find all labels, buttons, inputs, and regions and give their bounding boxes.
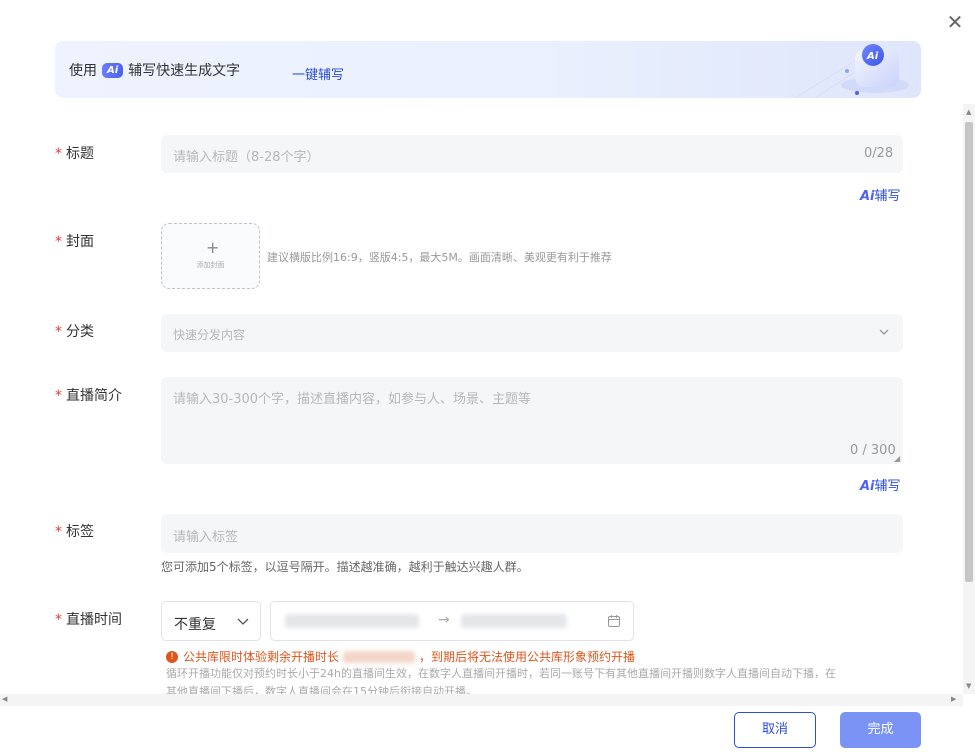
cover-label: * 封面: [55, 231, 94, 251]
required-mark: *: [55, 324, 62, 340]
intro-label: * 直播简介: [55, 385, 122, 405]
title-counter: 0/28: [864, 146, 894, 161]
ai-robot-illustration-icon: Ai: [795, 44, 909, 98]
required-mark: *: [55, 612, 62, 628]
scroll-up-icon[interactable]: ▲: [966, 108, 971, 116]
ai-assist-label: 辅写: [874, 479, 901, 494]
intro-label-text: 直播简介: [66, 388, 122, 404]
chevron-down-icon: [237, 618, 249, 625]
one-click-assist-link[interactable]: 一键辅写: [292, 64, 344, 83]
warning-prefix: 公共库限时体验剩余开播时长: [183, 650, 340, 664]
required-mark: *: [55, 524, 62, 540]
required-mark: *: [55, 146, 62, 162]
scroll-right-icon[interactable]: ▶: [951, 695, 956, 703]
tags-label: * 标签: [55, 521, 94, 541]
warning-icon: !: [166, 650, 178, 663]
intro-placeholder: 请输入30-300个字，描述直播内容，如参与人、场景、主题等: [173, 392, 532, 407]
cover-label-text: 封面: [66, 234, 94, 250]
loop-live-desc-line-2: 其他直播间下播后，数字人直播间会在15分钟后衔接自动开播。: [166, 685, 477, 694]
title-ai-assist-button[interactable]: Ai辅写: [860, 185, 901, 204]
title-label: * 标题: [55, 143, 94, 163]
intro-ai-assist-button[interactable]: Ai辅写: [860, 475, 901, 494]
category-placeholder: 快速分发内容: [173, 328, 246, 342]
required-mark: *: [55, 234, 62, 250]
calendar-icon[interactable]: [607, 614, 621, 628]
repeat-value: 不重复: [174, 617, 216, 633]
loop-live-desc-line-1: 循环开播功能仅对预约时长小于24h的直播间生效，在数字人直播间开播时，若同一账号…: [166, 667, 836, 680]
repeat-select[interactable]: 不重复: [161, 601, 261, 641]
scroll-thumb[interactable]: [965, 122, 973, 582]
ai-badge-icon: Ai: [102, 62, 124, 78]
range-arrow-icon: →: [438, 612, 450, 628]
intro-textarea[interactable]: 请输入30-300个字，描述直播内容，如参与人、场景、主题等 0 / 300: [161, 377, 903, 464]
tags-label-text: 标签: [66, 524, 94, 540]
banner-text: 使用 Ai 辅写快速生成文字: [69, 61, 240, 79]
scroll-left-icon[interactable]: ◀: [2, 695, 7, 703]
chevron-down-icon[interactable]: [877, 327, 891, 337]
plus-icon: +: [206, 238, 220, 257]
category-label-text: 分类: [66, 324, 94, 340]
title-input[interactable]: 请输入标题（8-28个字） 0/28: [161, 135, 903, 173]
resize-handle-icon[interactable]: ◢: [894, 454, 900, 463]
category-label: * 分类: [55, 321, 94, 341]
tags-placeholder: 请输入标签: [173, 530, 239, 545]
add-cover-text: 添加封面: [196, 261, 225, 269]
title-placeholder: 请输入标题（8-28个字）: [173, 150, 320, 165]
tags-help-text: 您可添加5个标签，以逗号隔开。描述越准确，越利于触达兴趣人群。: [161, 560, 529, 574]
start-time-value[interactable]: [285, 614, 419, 628]
ai-assist-banner: 使用 Ai 辅写快速生成文字 一键辅写 Ai: [55, 41, 921, 98]
vertical-scrollbar[interactable]: ▲ ▼: [963, 104, 975, 694]
title-label-text: 标题: [66, 146, 94, 162]
banner-title: 辅写快速生成文字: [128, 63, 241, 79]
banner-prefix: 使用: [69, 63, 97, 79]
close-icon[interactable]: ✕: [945, 12, 965, 32]
ai-icon: Ai: [860, 189, 875, 204]
tags-input[interactable]: 请输入标签: [161, 514, 903, 553]
remaining-time-value: [343, 650, 416, 663]
ai-assist-label: 辅写: [874, 189, 901, 204]
intro-counter: 0 / 300: [850, 443, 896, 458]
warning-suffix: ，到期后将无法使用公共库形象预约开播: [419, 650, 636, 664]
live-time-label-text: 直播时间: [66, 612, 122, 628]
done-button[interactable]: 完成: [840, 712, 921, 748]
public-library-warning: ! 公共库限时体验剩余开播时长 ，到期后将无法使用公共库形象预约开播: [166, 648, 635, 665]
cancel-button[interactable]: 取消: [734, 712, 816, 748]
horizontal-scrollbar[interactable]: ◀ ▶: [0, 694, 963, 706]
dialog-footer: [0, 706, 975, 752]
required-mark: *: [55, 388, 62, 404]
add-cover-button[interactable]: + 添加封面: [161, 223, 260, 289]
live-time-label: * 直播时间: [55, 609, 122, 629]
svg-text:Ai: Ai: [866, 51, 879, 62]
scroll-down-icon[interactable]: ▼: [966, 682, 971, 690]
category-select[interactable]: 快速分发内容: [161, 314, 903, 352]
end-time-value[interactable]: [461, 614, 567, 628]
ai-icon: Ai: [860, 479, 875, 494]
date-range-picker[interactable]: →: [270, 601, 634, 641]
cover-hint: 建议横版比例16:9，竖版4:5，最大5M。画面清晰、美观更有利于推荐: [267, 251, 612, 264]
